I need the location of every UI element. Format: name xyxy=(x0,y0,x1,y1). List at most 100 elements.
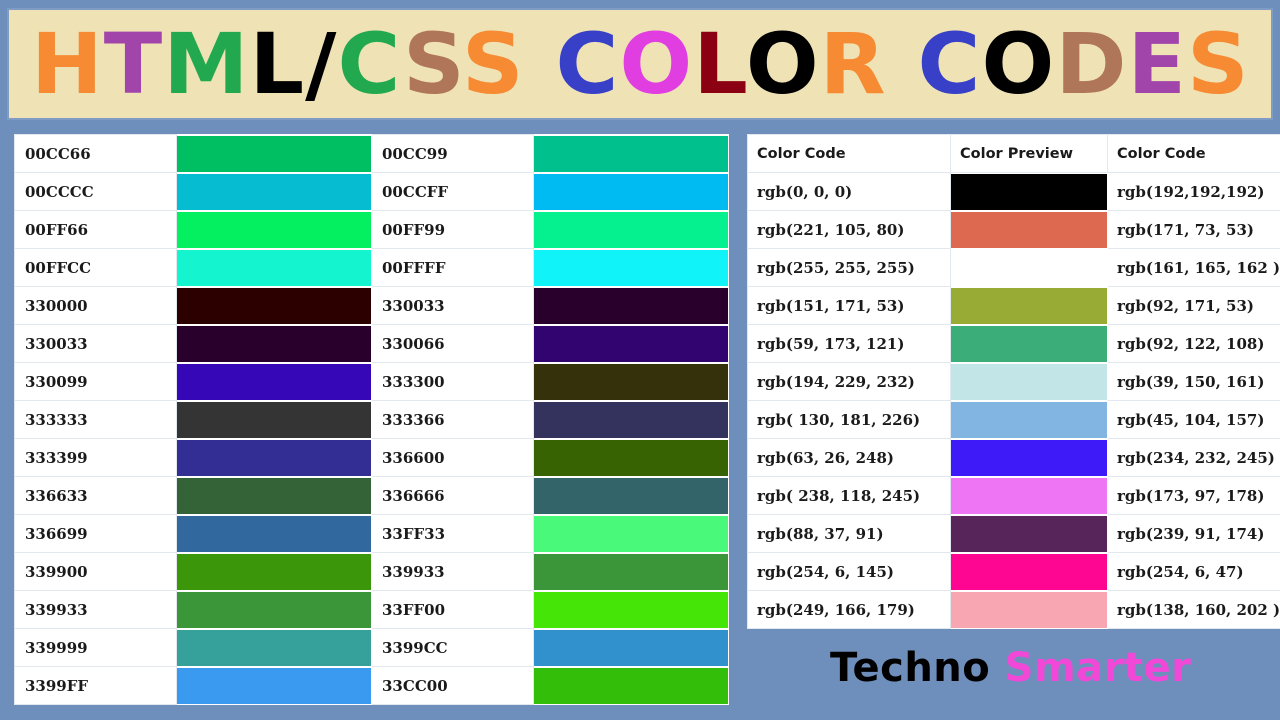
rgb-table-body: rgb(0, 0, 0) rgb(192,192,192) rgb(221, 105… xyxy=(747,172,1280,629)
swatch-fill xyxy=(177,667,371,704)
page-title: HTML/CSS COLOR CODES xyxy=(31,22,1250,106)
table-row: rgb(254, 6, 145) rgb(254, 6, 47) xyxy=(747,552,1280,591)
title-letter-10: O xyxy=(618,15,693,113)
swatch-fill xyxy=(951,211,1107,248)
swatch-fill xyxy=(177,325,371,362)
title-letter-8 xyxy=(524,15,555,113)
rgb-color-table: Color Code Color Preview Color Code rgb(… xyxy=(747,134,1280,629)
hex-code-right: 333366 xyxy=(371,400,534,439)
title-letter-18: E xyxy=(1127,15,1187,113)
rgb-table-head: Color Code Color Preview Color Code xyxy=(747,134,1280,173)
swatch-fill xyxy=(177,629,371,666)
color-preview-swatch xyxy=(950,210,1108,249)
color-preview-swatch xyxy=(950,248,1108,287)
swatch-fill xyxy=(534,667,728,704)
hex-code-left: 00CCCC xyxy=(14,172,177,211)
table-row: 333399 336600 xyxy=(14,438,729,477)
swatch-fill xyxy=(951,553,1107,590)
color-swatch-left xyxy=(176,134,372,173)
table-row: 339900 339933 xyxy=(14,552,729,591)
color-swatch-left xyxy=(176,286,372,325)
rgb-code-right: rgb(92, 122, 108) xyxy=(1107,324,1280,363)
title-letter-2: M xyxy=(162,15,250,113)
hex-code-left: 00FFCC xyxy=(14,248,177,287)
swatch-fill xyxy=(177,477,371,514)
hex-code-right: 330066 xyxy=(371,324,534,363)
swatch-fill xyxy=(177,439,371,476)
color-swatch-left xyxy=(176,628,372,667)
title-letter-5: C xyxy=(337,15,403,113)
hex-code-left: 336633 xyxy=(14,476,177,515)
hex-code-left: 330000 xyxy=(14,286,177,325)
swatch-fill xyxy=(534,249,728,286)
table-row: 00FF66 00FF99 xyxy=(14,210,729,249)
rgb-code-left: rgb( 130, 181, 226) xyxy=(747,400,951,439)
rgb-code-right: rgb(39, 150, 161) xyxy=(1107,362,1280,401)
swatch-fill xyxy=(534,515,728,552)
hex-code-left: 3399FF xyxy=(14,666,177,705)
rgb-code-right: rgb(138, 160, 202 ) xyxy=(1107,590,1280,629)
color-swatch-left xyxy=(176,362,372,401)
rgb-code-left: rgb(151, 171, 53) xyxy=(747,286,951,325)
hex-code-left: 333333 xyxy=(14,400,177,439)
header-color-code-left: Color Code xyxy=(747,134,951,173)
watermark-part1: Techno xyxy=(830,645,1005,691)
color-swatch-right xyxy=(533,134,729,173)
table-row: rgb(88, 37, 91) rgb(239, 91, 174) xyxy=(747,514,1280,553)
color-preview-swatch xyxy=(950,362,1108,401)
rgb-code-right: rgb(192,192,192) xyxy=(1107,172,1280,211)
table-row: rgb( 130, 181, 226) rgb(45, 104, 157) xyxy=(747,400,1280,439)
color-swatch-right xyxy=(533,552,729,591)
swatch-fill xyxy=(177,553,371,590)
color-preview-swatch xyxy=(950,590,1108,629)
color-swatch-right xyxy=(533,248,729,287)
table-row: rgb(0, 0, 0) rgb(192,192,192) xyxy=(747,172,1280,211)
color-swatch-right xyxy=(533,286,729,325)
rgb-code-right: rgb(239, 91, 174) xyxy=(1107,514,1280,553)
hex-code-right: 333300 xyxy=(371,362,534,401)
swatch-fill xyxy=(951,591,1107,628)
color-swatch-left xyxy=(176,590,372,629)
color-preview-swatch xyxy=(950,438,1108,477)
hex-code-right: 33FF33 xyxy=(371,514,534,553)
hex-code-right: 00CC99 xyxy=(371,134,534,173)
swatch-fill xyxy=(177,249,371,286)
hex-code-left: 339933 xyxy=(14,590,177,629)
color-swatch-left xyxy=(176,400,372,439)
swatch-fill xyxy=(177,591,371,628)
color-swatch-right xyxy=(533,324,729,363)
title-letter-19: S xyxy=(1186,15,1250,113)
header-color-code-right: Color Code xyxy=(1107,134,1280,173)
color-swatch-right xyxy=(533,476,729,515)
swatch-fill xyxy=(534,211,728,248)
hex-code-left: 330033 xyxy=(14,324,177,363)
swatch-fill xyxy=(951,287,1107,324)
swatch-fill xyxy=(177,135,371,172)
color-preview-swatch xyxy=(950,476,1108,515)
rgb-code-left: rgb(194, 229, 232) xyxy=(747,362,951,401)
watermark-part2: Smarter xyxy=(1004,645,1192,691)
rgb-code-right: rgb(92, 171, 53) xyxy=(1107,286,1280,325)
table-row: rgb(255, 255, 255) rgb(161, 165, 162 ) xyxy=(747,248,1280,287)
swatch-fill xyxy=(951,401,1107,438)
hex-code-right: 330033 xyxy=(371,286,534,325)
table-row: rgb(59, 173, 121) rgb(92, 122, 108) xyxy=(747,324,1280,363)
title-letter-13: R xyxy=(819,15,887,113)
table-row: 336699 33FF33 xyxy=(14,514,729,553)
hex-code-right: 336666 xyxy=(371,476,534,515)
color-swatch-left xyxy=(176,514,372,553)
title-letter-3: L xyxy=(249,15,305,113)
hex-code-right: 3399CC xyxy=(371,628,534,667)
table-row: 330033 330066 xyxy=(14,324,729,363)
swatch-fill xyxy=(534,591,728,628)
hex-code-right: 00CCFF xyxy=(371,172,534,211)
color-swatch-left xyxy=(176,438,372,477)
swatch-fill xyxy=(534,287,728,324)
title-letter-11: L xyxy=(692,15,746,113)
swatch-fill xyxy=(534,439,728,476)
table-row: 00CCCC 00CCFF xyxy=(14,172,729,211)
title-letter-0: H xyxy=(30,15,104,113)
rgb-code-left: rgb(59, 173, 121) xyxy=(747,324,951,363)
swatch-fill xyxy=(177,401,371,438)
table-row: 339933 33FF00 xyxy=(14,590,729,629)
